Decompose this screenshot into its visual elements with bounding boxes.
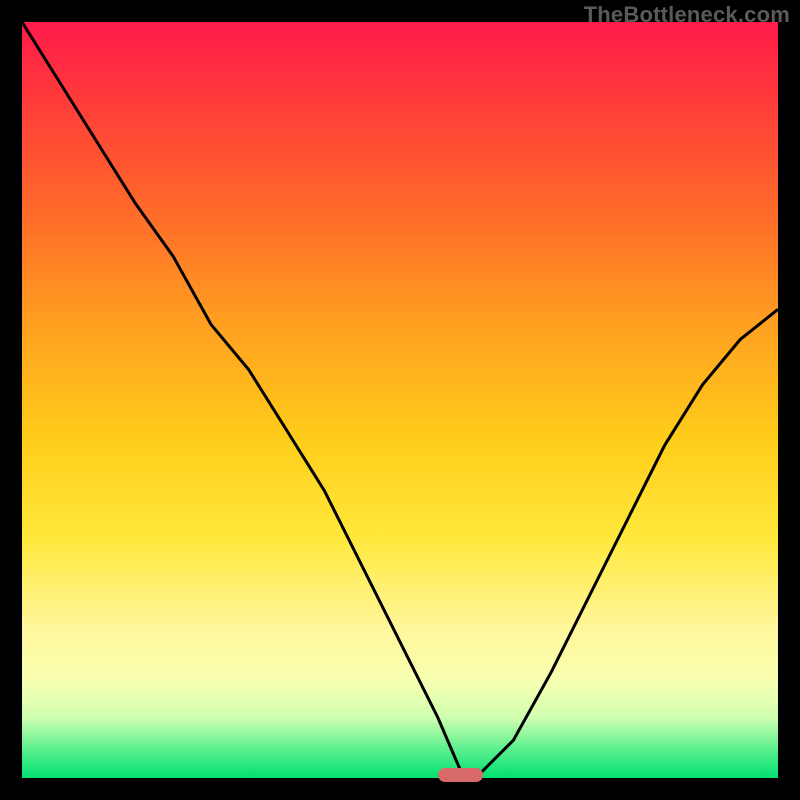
curve-path (22, 22, 778, 778)
bottleneck-curve (22, 22, 778, 778)
plot-area (22, 22, 778, 778)
watermark-text: TheBottleneck.com (584, 2, 790, 28)
optimal-marker (438, 768, 483, 782)
chart-frame: TheBottleneck.com (0, 0, 800, 800)
